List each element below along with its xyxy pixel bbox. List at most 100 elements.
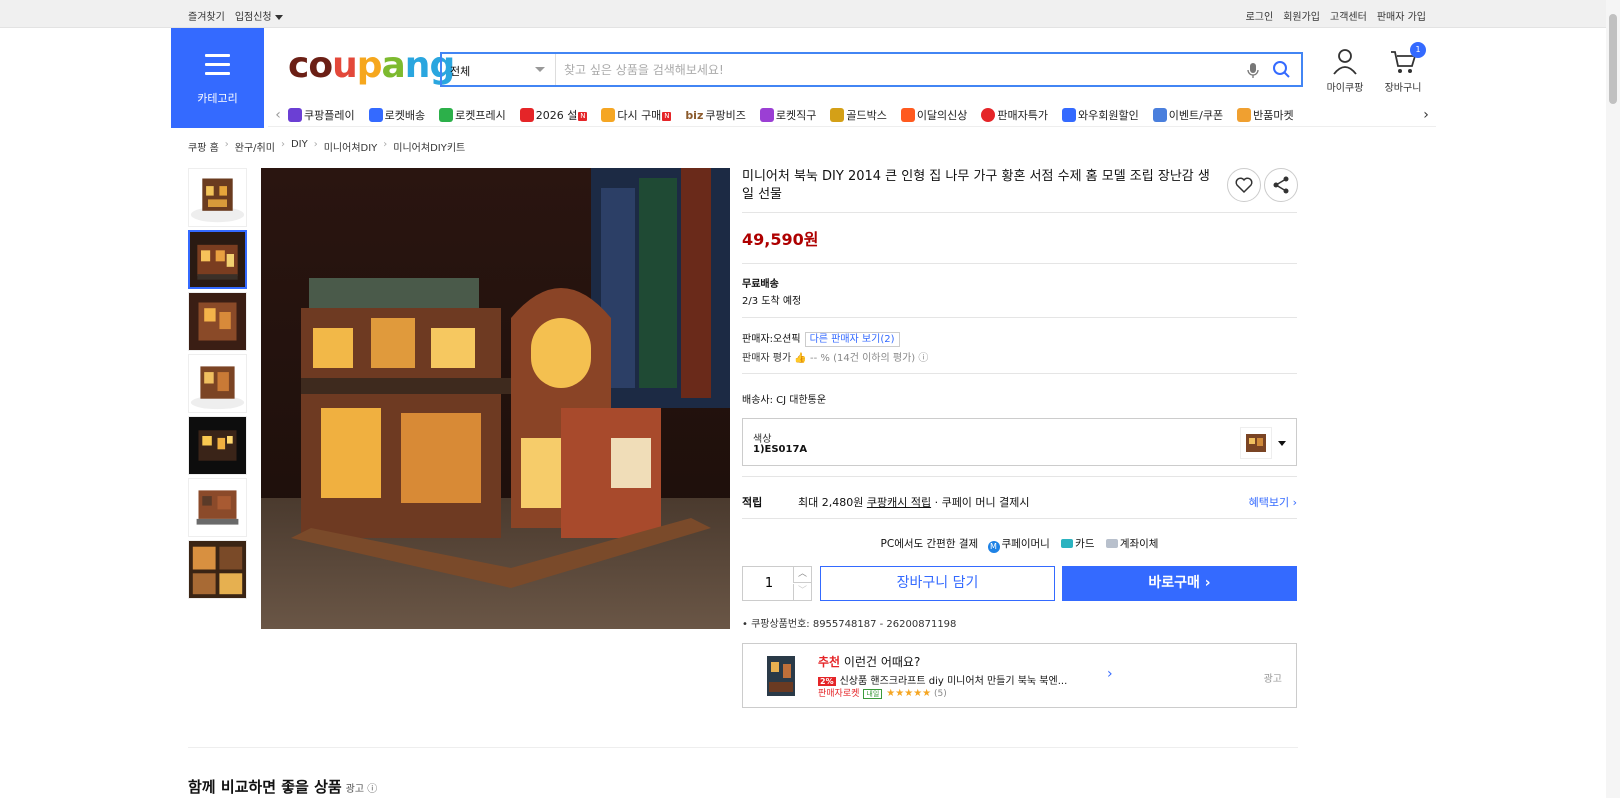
info-icon[interactable]: ⓘ	[918, 353, 928, 364]
thumbnail[interactable]	[188, 354, 247, 413]
mycoupang-label: 마이쿠팡	[1326, 83, 1364, 94]
scrollbar-thumb[interactable]	[1609, 14, 1617, 104]
new-icon	[900, 107, 915, 122]
add-to-cart-button[interactable]: 장바구니 담기	[820, 566, 1055, 601]
chevron-down-icon	[1278, 441, 1286, 446]
quantity-increase-button[interactable]: ︿	[793, 567, 811, 583]
buy-now-button[interactable]: 바로구매 ›	[1062, 566, 1297, 601]
global-icon	[759, 107, 774, 122]
other-sellers-link[interactable]: 다른 판매자 보기(2)	[804, 332, 900, 347]
nav-item-biz[interactable]: biz 쿠팡비즈	[685, 107, 746, 123]
hamburger-icon	[205, 54, 230, 81]
chevron-right-icon: ›	[383, 139, 388, 150]
nav-item-global[interactable]: 로켓직구	[759, 107, 816, 123]
breadcrumb-item[interactable]: 미니어쳐DIY	[324, 139, 378, 154]
heart-icon	[1235, 177, 1253, 194]
goldbox-icon	[830, 107, 845, 122]
nav-item-seollal[interactable]: 2026 설N	[519, 107, 588, 123]
nav-item-rebuy[interactable]: 다시 구매 N	[601, 107, 672, 123]
rating-stars: ★★★★★	[886, 688, 932, 699]
nav-item-new[interactable]: 이달의신상	[900, 107, 967, 123]
bank-transfer-icon	[1105, 539, 1118, 548]
thumbnail[interactable]	[188, 292, 247, 351]
payment-options: PC에서도 간편한 결제 M 쿠페이머니 카드 계좌이체	[880, 538, 1159, 553]
recommend-card[interactable]: 추천 이런건 어때요? 2% 신상품 핸즈크라프트 diy 미니어처 만들기 북눅…	[742, 643, 1297, 708]
chevron-right-icon[interactable]: ›	[1107, 666, 1113, 682]
nav-item-wow[interactable]: 와우회원할인	[1062, 107, 1139, 123]
thumbnail[interactable]	[188, 478, 247, 537]
nav-item-goldbox[interactable]: 골드박스	[830, 107, 887, 123]
coupon-icon	[1152, 107, 1167, 122]
reward-label: 적립	[742, 496, 763, 509]
thumbnail[interactable]	[188, 540, 247, 599]
product-price: 49,590원	[742, 230, 819, 249]
vendor-apply-link[interactable]: 입점신청	[235, 8, 283, 23]
signup-link[interactable]: 회원가입	[1283, 8, 1320, 23]
option-thumbnail	[1240, 427, 1272, 459]
nav-item-seller-deal[interactable]: 판매자특가	[981, 107, 1048, 123]
wishlist-button[interactable]	[1227, 168, 1261, 202]
quantity-decrease-button[interactable]: ﹀	[793, 584, 811, 600]
microphone-icon[interactable]	[1247, 62, 1259, 82]
thumbnail[interactable]	[188, 168, 247, 227]
rocket-icon	[368, 107, 383, 122]
breadcrumb-item[interactable]: 완구/취미	[235, 139, 275, 154]
coupang-cash-link[interactable]: 쿠팡캐시 적립	[867, 496, 931, 509]
quantity-stepper: ︿ ﹀	[742, 566, 812, 601]
caret-down-icon	[274, 14, 283, 20]
nav-next-icon[interactable]: ›	[1416, 107, 1436, 123]
nav-prev-icon[interactable]: ‹	[268, 107, 288, 123]
wow-icon	[1062, 107, 1077, 122]
search-icon[interactable]	[1272, 60, 1291, 82]
quantity-input[interactable]	[743, 567, 795, 600]
thumbnail[interactable]	[188, 416, 247, 475]
nav-item-event[interactable]: 이벤트/쿠폰	[1152, 107, 1223, 123]
thumbs-up-icon: 👍	[794, 353, 807, 364]
user-icon	[1333, 49, 1357, 75]
seller-signup-link[interactable]: 판매자 가입	[1377, 8, 1426, 23]
nav-item-rocketfresh[interactable]: 로켓프레시	[439, 107, 506, 123]
search-bar: 전체	[440, 52, 1303, 87]
recommend-meta: 판매자로켓 내일 ★★★★★ (5)	[818, 688, 947, 699]
share-button[interactable]	[1264, 168, 1298, 202]
nav-item-return-market[interactable]: 반품마켓	[1237, 107, 1294, 123]
shortcut-nav: ‹ 쿠팡플레이 로켓배송 로켓프레시 2026 설N 다시 구매 N biz 쿠팡비…	[268, 103, 1436, 127]
search-scope-select[interactable]: 전체	[442, 54, 556, 85]
seller-name: 판매자:오션픽	[742, 334, 801, 345]
card-icon	[1061, 539, 1074, 548]
coupang-logo[interactable]: coupang	[288, 45, 455, 86]
fresh-rocket-icon	[439, 107, 454, 122]
option-select[interactable]: 색상 1)ES017A	[742, 418, 1297, 466]
product-main-image[interactable]	[261, 168, 730, 629]
nav-item-coupangplay[interactable]: 쿠팡플레이	[288, 107, 355, 123]
biz-icon: biz	[685, 108, 704, 122]
dropdown-arrow-icon	[535, 67, 545, 72]
login-link[interactable]: 로그인	[1246, 8, 1274, 23]
category-menu-button[interactable]: 카테고리	[171, 28, 264, 128]
chevron-right-icon: ›	[224, 139, 229, 150]
breadcrumb-item[interactable]: 쿠팡 홈	[188, 139, 219, 154]
divider	[742, 476, 1297, 477]
breadcrumb-item[interactable]: 미니어쳐DIY키트	[393, 139, 465, 154]
benefits-link[interactable]: 혜택보기 ›	[1249, 494, 1297, 510]
hanbok-icon	[519, 107, 534, 122]
breadcrumb-item[interactable]: DIY	[291, 139, 308, 154]
recommend-heading: 추천 이런건 어때요?	[818, 655, 921, 669]
seller-rating: 판매자 평가 👍 -- % (14건 이하의 평가) ⓘ	[742, 353, 929, 364]
cart-button[interactable]: 장바구니 1	[1378, 42, 1428, 94]
search-input[interactable]	[564, 59, 1224, 80]
mycoupang-button[interactable]: 마이쿠팡	[1320, 48, 1370, 94]
customer-center-link[interactable]: 고객센터	[1330, 8, 1367, 23]
market-icon	[1237, 107, 1252, 122]
carrier-info: 배송사: CJ 대한통운	[742, 395, 827, 406]
divider	[742, 317, 1297, 318]
scrollbar[interactable]	[1606, 0, 1620, 798]
thumbnail-list	[188, 168, 248, 602]
nav-item-rocket[interactable]: 로켓배송	[368, 107, 425, 123]
bookmark-link[interactable]: 즐겨찾기	[188, 8, 225, 23]
ad-label: 광고	[1263, 674, 1282, 685]
divider	[742, 373, 1297, 374]
info-icon[interactable]: ⓘ	[367, 784, 377, 795]
shipping-eta: 2/3 도착 예정	[742, 296, 802, 307]
thumbnail-selected[interactable]	[188, 230, 247, 289]
